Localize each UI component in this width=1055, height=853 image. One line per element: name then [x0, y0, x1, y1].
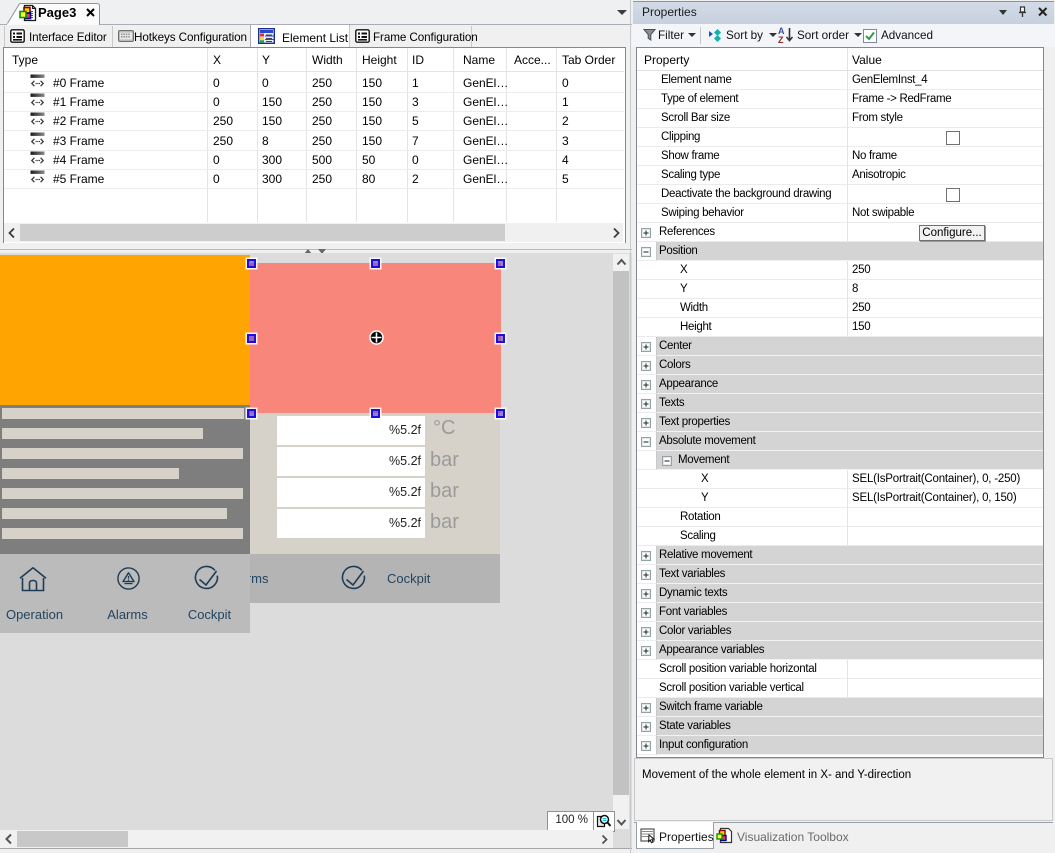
svg-text:Z: Z [778, 35, 784, 45]
